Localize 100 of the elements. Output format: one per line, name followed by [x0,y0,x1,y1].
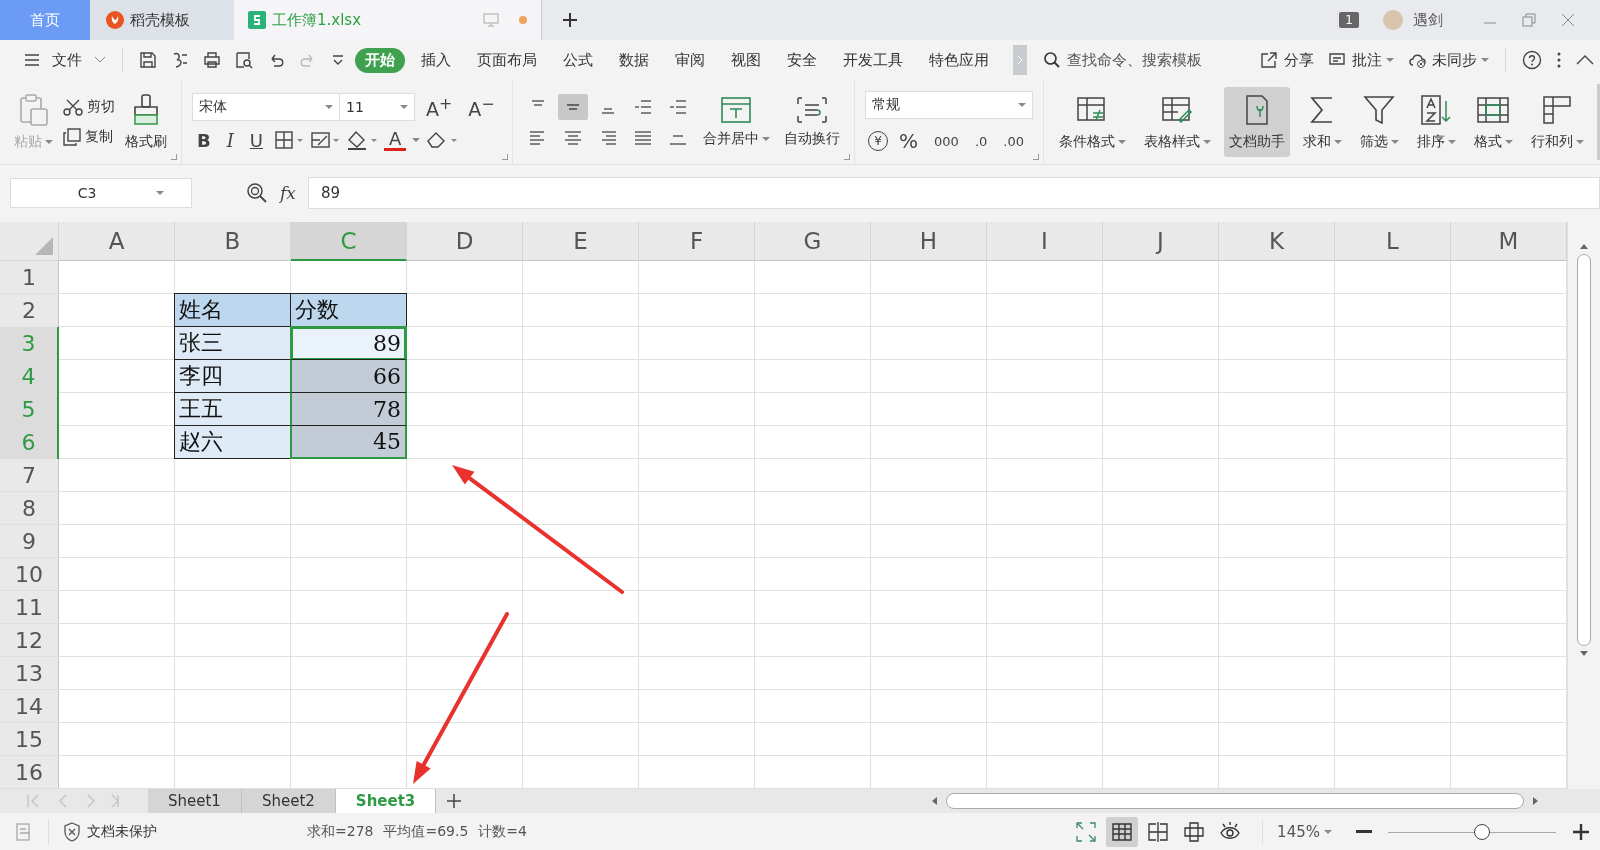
chevron-down-icon[interactable] [94,56,106,64]
ribbon-tab[interactable]: 插入 [411,47,461,73]
row-header[interactable]: 15 [0,723,59,755]
row-header[interactable]: 14 [0,690,59,722]
file-menu[interactable]: 文件 [52,50,82,70]
toolbar-action[interactable]: 未同步 [1408,50,1489,70]
dialog-launcher-icon[interactable] [1032,154,1039,160]
column-header[interactable]: I [987,222,1103,261]
alignment-icon[interactable] [557,93,588,120]
view-mode-button[interactable] [1106,817,1139,847]
cell-fill-icon[interactable] [310,130,341,150]
sheet-tab[interactable]: Sheet2 [241,789,336,813]
fill-bucket-icon[interactable] [346,129,379,151]
scroll-down-icon[interactable] [1579,650,1589,658]
column-header[interactable]: F [639,222,755,261]
increase-font-size-button[interactable]: A$^{+}$ [421,93,458,121]
format-painter-button[interactable]: 格式刷 [121,89,171,155]
add-sheet-icon[interactable] [446,793,463,809]
dialog-launcher-icon[interactable] [843,154,850,160]
new-tab-icon[interactable] [562,12,578,28]
font-style-button[interactable]: B [192,129,216,151]
font-name-select[interactable]: 宋体 [192,93,340,121]
decrease-font-size-button[interactable]: A$^{−}$ [463,93,500,121]
caret-icon[interactable] [1324,830,1332,834]
toolbar-action[interactable]: 批注 [1328,50,1394,70]
user-name[interactable]: 遇剑 [1413,10,1443,30]
font-style-button[interactable]: I [221,129,239,151]
dialog-launcher-icon[interactable] [171,154,177,160]
ribbon-command[interactable]: 行和列 [1525,87,1589,157]
column-header[interactable]: J [1103,222,1219,261]
merge-center-button[interactable]: 合并居中 [698,92,774,152]
search-icon[interactable] [1043,51,1061,69]
ribbon-tab[interactable]: 页面布局 [467,47,547,73]
ribbon-tab[interactable]: 公式 [553,47,603,73]
scrollbar-thumb[interactable] [1577,254,1591,646]
column-header[interactable]: E [523,222,639,261]
ribbon-command[interactable]: 格式 [1468,87,1518,157]
ribbon-command[interactable]: 筛选 [1354,87,1404,157]
ribbon-tab[interactable]: 开发工具 [833,47,913,73]
ribbon-tab[interactable]: 审阅 [665,47,715,73]
output-icon[interactable] [171,51,189,69]
scroll-left-icon[interactable] [930,796,938,806]
cut-button[interactable]: 剪切 [63,98,115,116]
ribbon-tab[interactable]: 特色应用 [919,47,999,73]
toolbar-action[interactable]: 分享 [1260,50,1314,70]
number-format-button[interactable]: .00 [998,133,1029,149]
column-header[interactable]: G [755,222,871,261]
eraser-icon[interactable] [426,130,459,150]
font-style-button[interactable]: U [244,129,269,151]
ribbon-tab[interactable]: 安全 [777,47,827,73]
dialog-launcher-icon[interactable] [501,154,508,160]
number-format-button[interactable]: .0 [969,133,993,149]
column-header[interactable]: H [871,222,987,261]
number-format-button[interactable]: 000 [929,133,964,149]
close-icon[interactable] [1561,13,1575,27]
ribbon-tab[interactable]: 视图 [721,47,771,73]
column-header[interactable]: B [175,222,291,261]
window-count-badge[interactable]: 1 [1339,12,1359,28]
menu-icon[interactable] [24,53,40,67]
caret-icon[interactable] [412,138,421,142]
zoom-slider-thumb[interactable] [1474,824,1491,840]
row-header[interactable]: 9 [0,525,59,557]
sheet-tab[interactable]: Sheet3 [335,789,437,813]
print-preview-icon[interactable] [235,51,253,69]
ribbon-tab[interactable]: 数据 [609,47,659,73]
scroll-right-icon[interactable] [1532,796,1540,806]
zoom-in-icon[interactable] [1572,823,1590,841]
column-header[interactable]: K [1219,222,1335,261]
zoom-icon[interactable] [246,182,268,204]
ribbon-command[interactable]: 表格样式 [1138,87,1216,157]
row-header[interactable]: 2 [0,294,59,327]
ribbon-command[interactable]: 排序 [1411,87,1461,157]
wrap-text-button[interactable]: 自动换行 [779,92,844,152]
row-header[interactable]: 10 [0,558,59,590]
row-header[interactable]: 11 [0,591,59,623]
help-icon[interactable] [1522,50,1542,70]
font-color-button[interactable]: A [384,129,407,151]
name-box[interactable]: C3 [10,178,192,208]
ribbon-command[interactable]: 文档助手 [1223,87,1290,157]
zoom-level-select[interactable]: 145% [1277,823,1320,841]
scroll-up-icon[interactable] [1579,242,1589,250]
ribbon-command[interactable]: 求和 [1297,87,1347,157]
formula-field[interactable]: 89 [307,177,1600,209]
row-header[interactable]: 13 [0,657,59,689]
save-icon[interactable] [139,51,157,69]
row-header[interactable]: 1 [0,261,59,293]
number-format-select[interactable]: 常规 [864,91,1033,119]
collapse-icon[interactable] [1576,54,1594,66]
ribbon-command[interactable]: 条件格式 [1053,87,1131,157]
row-header[interactable]: 12 [0,624,59,656]
function-label[interactable]: fx [280,183,296,203]
print-icon[interactable] [203,51,221,69]
column-header[interactable]: L [1335,222,1451,261]
column-header[interactable]: D [407,222,523,261]
template-tab[interactable]: 稻壳模板 [90,0,234,40]
share-icon[interactable] [1260,51,1280,69]
shield-icon[interactable] [63,822,81,842]
borders-icon[interactable] [274,130,305,150]
more-icon[interactable] [1556,51,1562,69]
scrollbar-thumb[interactable] [946,793,1524,809]
